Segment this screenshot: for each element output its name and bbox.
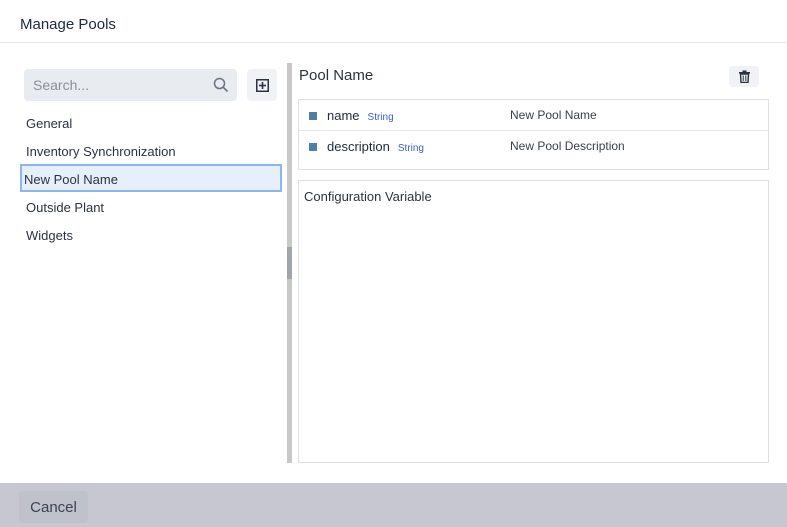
property-name-text: description: [327, 139, 390, 154]
trash-icon: [738, 70, 750, 83]
cancel-button[interactable]: Cancel: [19, 491, 88, 523]
property-value[interactable]: New Pool Name: [510, 108, 597, 122]
pool-list-item-inventory-synchronization[interactable]: Inventory Synchronization: [20, 136, 282, 164]
pool-list-item-outside-plant[interactable]: Outside Plant: [20, 192, 282, 220]
search-input[interactable]: [24, 69, 209, 101]
dialog-title: Manage Pools: [20, 16, 116, 33]
property-marker-icon: [309, 143, 317, 151]
configuration-variable-label: Configuration Variable: [304, 189, 432, 204]
pool-list-item-general[interactable]: General: [20, 108, 282, 136]
pool-list-item-new-pool-name[interactable]: New Pool Name: [20, 164, 282, 192]
property-marker-icon: [309, 112, 317, 120]
property-type-badge: String: [367, 112, 394, 123]
delete-pool-button[interactable]: [729, 66, 759, 87]
pool-list: General Inventory Synchronization New Po…: [20, 108, 282, 248]
pool-list-item-widgets[interactable]: Widgets: [20, 220, 282, 248]
property-row[interactable]: name String New Pool Name: [299, 100, 768, 131]
property-name-text: name: [327, 108, 360, 123]
add-pool-button[interactable]: [247, 69, 277, 101]
configuration-variable-panel: Configuration Variable: [298, 180, 769, 463]
search-box[interactable]: [24, 69, 237, 101]
pool-title: Pool Name: [299, 67, 374, 84]
property-row[interactable]: description String New Pool Description: [299, 131, 768, 162]
dialog-footer: Cancel: [0, 483, 787, 527]
properties-table: name String New Pool Name description Stri…: [298, 99, 769, 170]
search-icon[interactable]: [213, 77, 229, 93]
plus-square-icon: [255, 78, 269, 92]
property-type-badge: String: [397, 143, 424, 154]
split-divider-handle[interactable]: [287, 247, 292, 279]
property-value[interactable]: New Pool Description: [510, 139, 625, 153]
property-name: description String: [327, 139, 424, 154]
property-name: name String: [327, 108, 394, 123]
dialog-header: Manage Pools: [0, 0, 787, 43]
